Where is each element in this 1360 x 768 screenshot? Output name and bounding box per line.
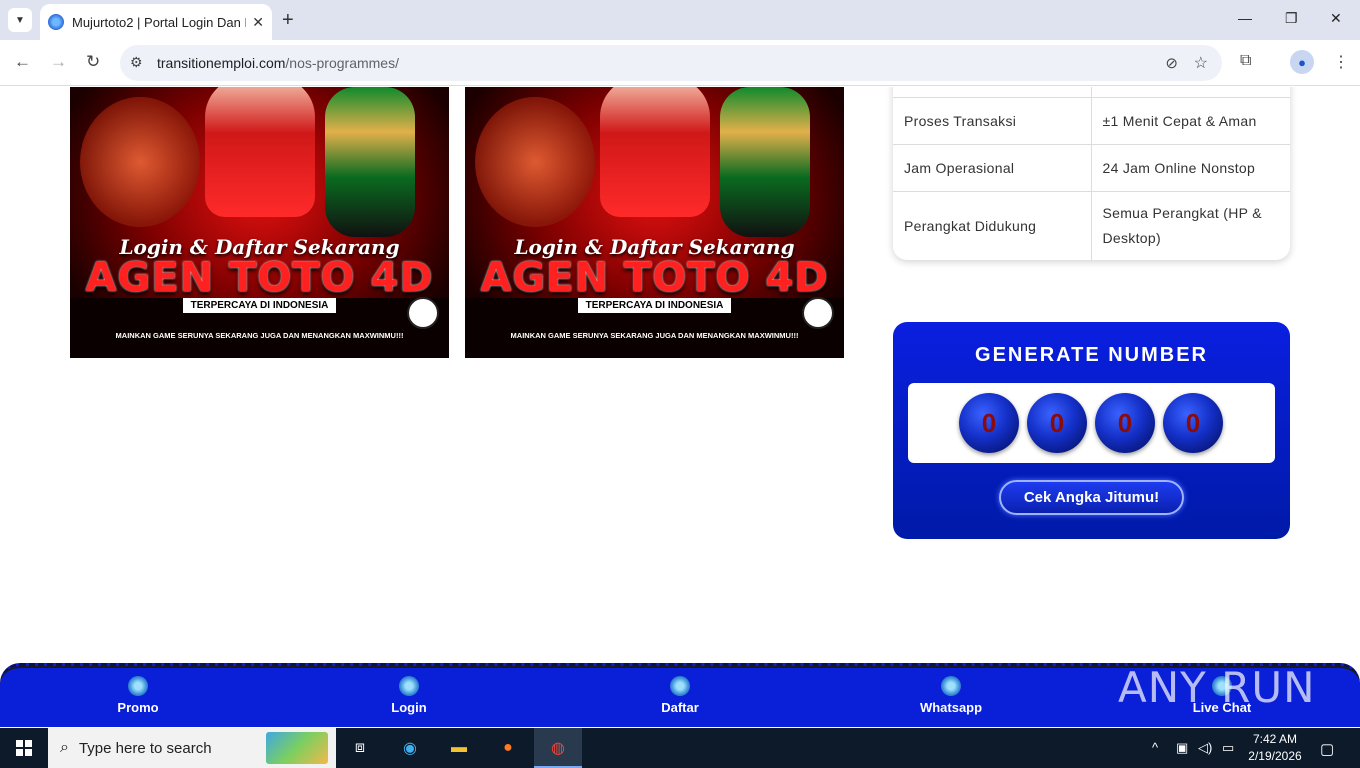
nav-daftar[interactable]: Daftar (620, 676, 740, 715)
table-row: Perangkat Didukung Semua Perangkat (HP &… (893, 191, 1290, 260)
clock[interactable]: 7:42 AM 2/19/2026 (1240, 731, 1310, 765)
close-window-icon[interactable]: ✕ (1330, 10, 1342, 27)
browser-toolbar: ← → ↻ ⚙ transitionemploi.com/nos-program… (0, 40, 1360, 86)
table-value: ±1 Menit Cepat & Aman (1091, 97, 1290, 145)
table-row (893, 87, 1290, 98)
promo-banner[interactable]: Login & Daftar Sekarang AGEN TOTO 4D TER… (70, 87, 449, 358)
start-button[interactable] (0, 728, 48, 768)
model-graphic (600, 87, 710, 217)
anyrun-watermark: ANY RUN (1118, 663, 1316, 712)
edge-icon[interactable]: ◉ (398, 736, 422, 760)
generator-title: GENERATE NUMBER (975, 344, 1208, 366)
maximize-icon[interactable]: ❐ (1285, 10, 1298, 27)
chrome-taskbar-button[interactable]: ◍ (534, 728, 582, 768)
new-tab-icon[interactable]: + (282, 9, 294, 32)
back-arrow-icon[interactable]: ← (14, 52, 31, 72)
web-page: Login & Daftar Sekarang AGEN TOTO 4D TER… (0, 87, 1360, 727)
table-value: Semua Perangkat (HP & Desktop) (1102, 205, 1262, 247)
model-graphic (205, 87, 315, 217)
login-icon (399, 676, 419, 696)
whatsapp-icon (941, 676, 961, 696)
dragon-graphic (475, 97, 595, 227)
generate-number-card: GENERATE NUMBER 0 0 0 0 Cek Angka Jitumu… (893, 322, 1290, 539)
keyboard-icon[interactable]: ▭ (1222, 740, 1234, 756)
number-ball: 0 (1095, 393, 1155, 453)
minimize-icon[interactable]: — (1238, 10, 1252, 26)
firefox-icon[interactable]: ● (496, 736, 520, 760)
tab-search-button[interactable]: ▼ (8, 8, 32, 32)
close-tab-icon[interactable]: ✕ (252, 14, 264, 31)
nav-label: Login (391, 700, 427, 715)
menu-dots-icon[interactable]: ⋮ (1333, 52, 1349, 72)
nav-whatsapp[interactable]: Whatsapp (891, 676, 1011, 715)
file-explorer-icon[interactable]: ▬ (447, 736, 471, 760)
tab-strip: ▼ Mujurtoto2 | Portal Login Dan D ✕ + — … (0, 0, 1360, 40)
number-ball: 0 (1027, 393, 1087, 453)
info-table: Proses Transaksi ±1 Menit Cepat & Aman J… (893, 87, 1290, 260)
taskbar-search[interactable]: ⌕ Type here to search (48, 728, 336, 768)
nav-label: Promo (117, 700, 159, 715)
leprechaun-graphic (325, 87, 415, 237)
check-number-button[interactable]: Cek Angka Jitumu! (999, 480, 1184, 515)
brand-logo-icon (407, 297, 439, 329)
banner-tagline: TERPERCAYA DI INDONESIA (183, 298, 336, 313)
dragon-graphic (80, 97, 200, 227)
table-key: Jam Operasional (893, 144, 1092, 192)
taskbar: ⌕ Type here to search ⧈ ◉ ▬ ● ◍ ^ ▣ ◁) ▭… (0, 728, 1360, 768)
search-highlight-image (266, 732, 328, 764)
leprechaun-graphic (720, 87, 810, 237)
promo-icon (128, 676, 148, 696)
chevron-down-icon: ▼ (15, 14, 25, 26)
address-bar[interactable]: ⚙ transitionemploi.com/nos-programmes/ ⊘… (120, 45, 1222, 81)
nav-label: Daftar (661, 700, 699, 715)
forward-arrow-icon[interactable]: → (50, 52, 67, 72)
volume-icon[interactable]: ◁) (1198, 740, 1212, 756)
clock-date: 2/19/2026 (1248, 749, 1302, 763)
table-key: Perangkat Didukung (893, 191, 1092, 260)
show-hidden-icons-icon[interactable]: ^ (1152, 740, 1158, 755)
chrome-icon: ◍ (551, 740, 565, 757)
table-row: Proses Transaksi ±1 Menit Cepat & Aman (893, 97, 1290, 145)
task-view-icon[interactable]: ⧈ (348, 736, 372, 760)
url-path: /nos-programmes/ (285, 55, 399, 71)
number-ball: 0 (959, 393, 1019, 453)
network-icon[interactable]: ▣ (1176, 740, 1188, 756)
register-icon (670, 676, 690, 696)
nav-label: Whatsapp (919, 700, 983, 715)
banner-headline: AGEN TOTO 4D (480, 255, 829, 301)
banner-headline: AGEN TOTO 4D (85, 255, 434, 301)
search-placeholder: Type here to search (78, 739, 212, 757)
windows-logo-icon (16, 740, 32, 756)
table-key: Proses Transaksi (893, 97, 1092, 145)
url-text[interactable]: transitionemploi.com/nos-programmes/ (157, 55, 399, 71)
site-info-icon[interactable]: ⚙ (130, 54, 143, 71)
banner-tagline: TERPERCAYA DI INDONESIA (578, 298, 731, 313)
extensions-icon[interactable]: ⧉ (1240, 52, 1251, 70)
promo-banner[interactable]: Login & Daftar Sekarang AGEN TOTO 4D TER… (465, 87, 844, 358)
site-favicon-icon (48, 14, 64, 30)
nav-promo[interactable]: Promo (78, 676, 198, 715)
brand-logo-icon (802, 297, 834, 329)
banner-footer: MAINKAN GAME SERUNYA SEKARANG JUGA DAN M… (510, 331, 799, 340)
search-icon: ⌕ (60, 739, 69, 756)
url-host: transitionemploi.com (157, 55, 286, 71)
table-key (893, 87, 1092, 98)
clock-time: 7:42 AM (1252, 732, 1298, 746)
profile-avatar-icon[interactable]: ● (1290, 50, 1314, 74)
tab-title: Mujurtoto2 | Portal Login Dan D (72, 14, 247, 30)
eye-slash-icon[interactable]: ⊘ (1165, 54, 1178, 72)
number-ball: 0 (1163, 393, 1223, 453)
table-value (1091, 87, 1290, 98)
bookmark-star-icon[interactable]: ☆ (1194, 53, 1208, 73)
active-tab[interactable]: Mujurtoto2 | Portal Login Dan D ✕ (40, 4, 272, 40)
table-row: Jam Operasional 24 Jam Online Nonstop (893, 144, 1290, 192)
reload-icon[interactable]: ↻ (86, 52, 100, 72)
banner-footer: MAINKAN GAME SERUNYA SEKARANG JUGA DAN M… (115, 331, 404, 340)
table-value: 24 Jam Online Nonstop (1091, 144, 1290, 192)
nav-login[interactable]: Login (349, 676, 469, 715)
notifications-icon[interactable]: ▢ (1320, 740, 1334, 758)
number-display: 0 0 0 0 (908, 383, 1275, 463)
